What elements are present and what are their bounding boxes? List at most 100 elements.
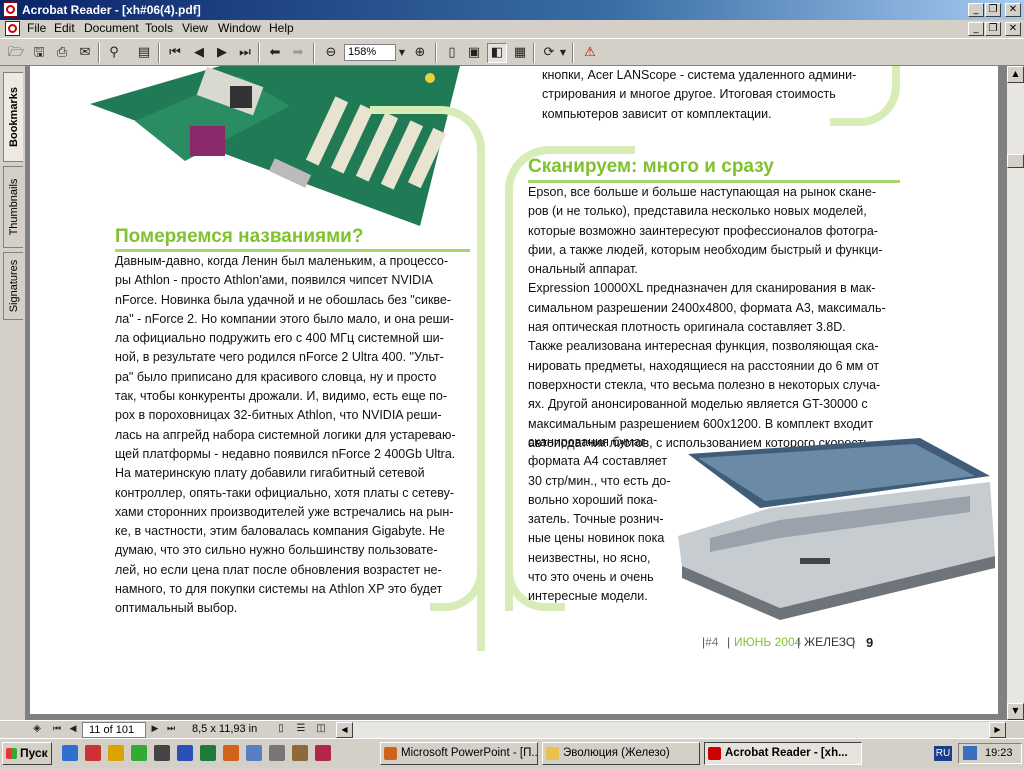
adobe-acrobat-icon[interactable]: ⚠ [580, 43, 600, 63]
folder-icon [546, 747, 559, 760]
fit-visible-icon[interactable]: ▦ [510, 43, 530, 63]
left-article-text: Давным-давно, когда Ленин был маленьким,… [115, 254, 456, 616]
page-number-field[interactable]: 11 of 101 [82, 722, 146, 738]
scroll-up-button[interactable]: ▲ [1007, 66, 1024, 83]
ie-icon[interactable] [62, 745, 78, 761]
quicklaunch-icon[interactable] [154, 745, 170, 761]
footer-separator: | [797, 635, 801, 649]
menu-tools[interactable]: Tools [142, 21, 176, 35]
actual-size-icon[interactable]: ▯ [442, 43, 462, 63]
start-button[interactable]: Пуск [2, 742, 52, 765]
document-icon[interactable] [5, 21, 20, 36]
left-heading: Померяемся названиями? [115, 226, 364, 247]
language-indicator[interactable]: RU [934, 746, 952, 761]
toolbar: 🗁 🖫 ⎙ ✉ ⚲ ▤ ⏮ ◀ ▶ ⏭ ⬅ ➡ ⊖ 158% ▼ ⊕ ▯ ▣ ◧… [0, 38, 1024, 66]
footer-separator: | [727, 635, 731, 649]
single-page-icon[interactable]: ▯ [274, 721, 288, 737]
word-icon[interactable] [177, 745, 193, 761]
minimize-button[interactable]: _ [968, 3, 984, 17]
rotate-dropdown-icon[interactable]: ▼ [558, 43, 568, 63]
right-wrap-text: сканирования бумаг формата А4 составляет… [528, 435, 671, 604]
fit-in-window-icon[interactable]: ▣ [464, 43, 484, 63]
find-icon[interactable]: ⚲ [104, 43, 124, 63]
right-heading: Сканируем: много и сразу [528, 156, 774, 177]
right-top-text: кнопки, Acer LANScope - система удаленно… [542, 68, 857, 121]
quicklaunch-icon[interactable] [108, 745, 124, 761]
print-icon[interactable]: ⎙ [52, 43, 72, 63]
previous-page-icon[interactable]: ◀ [189, 43, 209, 63]
powerpoint-icon[interactable] [223, 745, 239, 761]
menu-document[interactable]: Document [81, 21, 142, 35]
previous-page-icon[interactable]: ◀ [66, 721, 80, 737]
document-area[interactable]: Померяемся названиями? Давным-давно, ког… [26, 66, 1008, 720]
footer-date: ИЮНЬ 2004 [734, 635, 802, 649]
close-button[interactable]: ✕ [1005, 3, 1021, 17]
zoom-in-icon[interactable]: ⊕ [410, 43, 430, 63]
task-powerpoint[interactable]: Microsoft PowerPoint - [П... [380, 742, 538, 765]
scroll-left-button[interactable]: ◀ [336, 722, 353, 738]
toolbar-separator [572, 43, 574, 63]
navigation-pane-tabs: Bookmarks Thumbnails Signatures [0, 66, 26, 720]
save-icon[interactable]: 🖫 [29, 43, 49, 63]
excel-icon[interactable] [200, 745, 216, 761]
zoom-field[interactable]: 158% [344, 44, 396, 61]
horizontal-scrollbar[interactable]: ◀ ▶ [336, 722, 1006, 738]
menu-file[interactable]: File [24, 21, 49, 35]
next-page-icon[interactable]: ▶ [148, 721, 162, 737]
quicklaunch-icon[interactable] [131, 745, 147, 761]
navigation-pane-toggle-icon[interactable]: ◈ [28, 721, 46, 737]
toolbar-separator [435, 43, 437, 63]
restore-button[interactable]: ❐ [985, 3, 1001, 17]
scroll-down-button[interactable]: ▼ [1007, 703, 1024, 720]
doc-close-button[interactable]: ✕ [1005, 22, 1021, 36]
doc-restore-button[interactable]: ❐ [985, 22, 1001, 36]
fit-width-icon[interactable]: ◧ [487, 43, 507, 63]
next-page-icon[interactable]: ▶ [212, 43, 232, 63]
open-icon[interactable]: 🗁 [6, 43, 26, 63]
task-folder[interactable]: Эволюция (Железо) [542, 742, 700, 765]
continuous-icon[interactable]: ☰ [294, 721, 308, 737]
tab-thumbnails[interactable]: Thumbnails [3, 166, 23, 248]
quicklaunch-icon[interactable] [269, 745, 285, 761]
first-page-icon[interactable]: ⏮ [165, 43, 185, 63]
taskbar: Пуск Microsoft PowerPoint - [П... Эволюц… [0, 738, 1024, 769]
menu-window[interactable]: Window [215, 21, 264, 35]
vertical-scrollbar[interactable]: ▲ ▼ [1007, 66, 1024, 720]
tab-bookmarks[interactable]: Bookmarks [3, 72, 23, 162]
scroll-right-button[interactable]: ▶ [989, 722, 1006, 738]
menu-view[interactable]: View [179, 21, 211, 35]
powerpoint-icon [384, 747, 397, 760]
toolbar-separator [313, 43, 315, 63]
zoom-dropdown-icon[interactable]: ▼ [396, 43, 408, 63]
facing-pages-icon[interactable]: ◫ [314, 721, 328, 737]
scroll-thumb[interactable] [1007, 154, 1024, 168]
menu-bar: File Edit Document Tools View Window Hel… [0, 20, 1024, 38]
quicklaunch-icon[interactable] [85, 745, 101, 761]
footer-page-number: 9 [866, 635, 874, 650]
toolbar-separator [533, 43, 535, 63]
show-navigation-pane-icon[interactable]: ▤ [134, 43, 154, 63]
go-forward-icon[interactable]: ➡ [288, 43, 308, 63]
clock[interactable]: 19:23 [985, 744, 1013, 763]
network-icon[interactable] [963, 746, 977, 760]
window-title: Acrobat Reader - [xh#06(4).pdf] [22, 3, 201, 17]
title-bar: Acrobat Reader - [xh#06(4).pdf] _ ❐ ✕ [0, 0, 1024, 20]
last-page-icon[interactable]: ⏭ [164, 721, 178, 737]
rotate-view-icon[interactable]: ⟳ [539, 43, 559, 63]
first-page-icon[interactable]: ⏮ [50, 721, 64, 737]
quicklaunch-icon[interactable] [246, 745, 262, 761]
pdf-page: Померяемся названиями? Давным-давно, ког… [30, 66, 998, 714]
go-back-icon[interactable]: ⬅ [265, 43, 285, 63]
quicklaunch-icon[interactable] [292, 745, 308, 761]
last-page-icon[interactable]: ⏭ [235, 43, 255, 63]
menu-help[interactable]: Help [266, 21, 297, 35]
menu-edit[interactable]: Edit [51, 21, 78, 35]
acrobat-app-icon[interactable] [3, 2, 18, 17]
email-icon[interactable]: ✉ [75, 43, 95, 63]
task-acrobat[interactable]: Acrobat Reader - [xh... [704, 742, 862, 765]
doc-minimize-button[interactable]: _ [968, 22, 984, 36]
toolbar-separator [98, 43, 100, 63]
quicklaunch-icon[interactable] [315, 745, 331, 761]
zoom-out-icon[interactable]: ⊖ [321, 43, 341, 63]
tab-signatures[interactable]: Signatures [3, 252, 23, 320]
